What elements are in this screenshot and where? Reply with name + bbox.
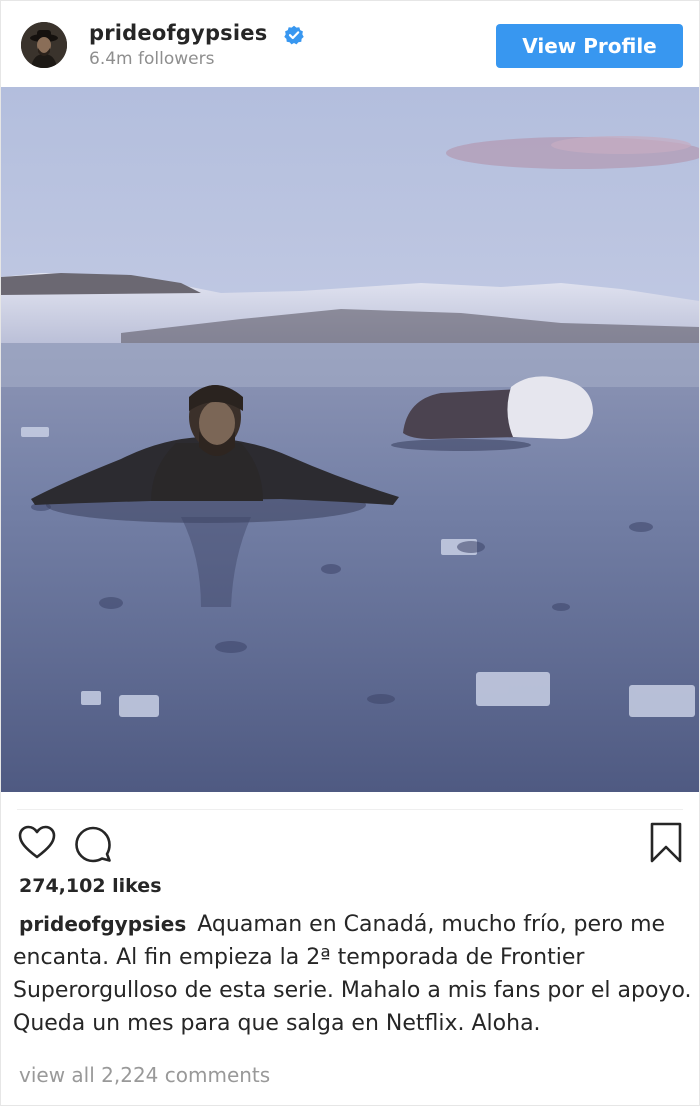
follower-count: 6.4m followers xyxy=(89,49,215,69)
bookmark-icon[interactable] xyxy=(647,821,685,865)
comment-bubble-icon[interactable] xyxy=(73,823,113,863)
frozen-lake-photo xyxy=(1,87,699,792)
post-header: prideofgypsies 6.4m followers View Profi… xyxy=(1,1,699,87)
avatar[interactable] xyxy=(21,22,67,68)
post-photo[interactable] xyxy=(1,87,699,792)
action-divider xyxy=(17,809,683,810)
username[interactable]: prideofgypsies xyxy=(89,21,267,45)
view-profile-button[interactable]: View Profile xyxy=(496,24,683,68)
post-caption: prideofgypsies Aquaman en Canadá, mucho … xyxy=(13,908,693,1040)
instagram-embed-card: prideofgypsies 6.4m followers View Profi… xyxy=(0,0,700,1106)
caption-username[interactable]: prideofgypsies xyxy=(19,912,186,936)
verified-badge-icon xyxy=(284,25,304,45)
heart-icon[interactable] xyxy=(17,823,57,863)
like-count: 274,102 likes xyxy=(19,875,162,897)
view-all-comments-link[interactable]: view all 2,224 comments xyxy=(19,1063,270,1087)
